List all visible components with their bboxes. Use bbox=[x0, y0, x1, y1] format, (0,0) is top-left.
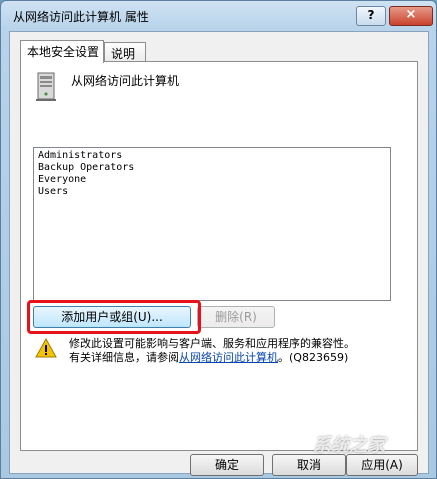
watermark-logo: 系统之家 bbox=[313, 435, 385, 456]
list-item[interactable]: Users bbox=[34, 186, 390, 198]
tab-label: 本地安全设置 bbox=[27, 45, 100, 59]
list-item[interactable]: Administrators bbox=[34, 150, 390, 162]
close-icon: × bbox=[405, 7, 417, 22]
remove-button[interactable]: 删除(R) bbox=[197, 306, 275, 328]
tab-local-security-setting[interactable]: 本地安全设置 bbox=[20, 40, 104, 63]
ok-button[interactable]: 确定 bbox=[190, 454, 264, 476]
warning-icon bbox=[35, 338, 57, 358]
title-bar[interactable]: 从网络访问此计算机 属性 ? × bbox=[1, 1, 436, 31]
policy-name: 从网络访问此计算机 bbox=[71, 74, 180, 88]
warning-prefix: 有关详细信息，请参阅 bbox=[69, 351, 179, 364]
window-title: 从网络访问此计算机 属性 bbox=[13, 10, 149, 24]
tab-panel: 从网络访问此计算机 Administrators Backup Operator… bbox=[20, 61, 418, 451]
policy-help-link[interactable]: 从网络访问此计算机 bbox=[179, 351, 278, 364]
help-icon: ? bbox=[367, 8, 375, 22]
list-item[interactable]: Everyone bbox=[34, 174, 390, 186]
warning-line-1: 修改此设置可能影响与客户端、服务和应用程序的兼容性。 bbox=[69, 337, 355, 350]
warning-text: 修改此设置可能影响与客户端、服务和应用程序的兼容性。 有关详细信息，请参阅从网络… bbox=[69, 337, 409, 365]
warning-suffix: 。(Q823659) bbox=[278, 351, 349, 364]
dialog-client-area: 本地安全设置 说明 从网络访问此计算机 Administrators Backu… bbox=[9, 31, 429, 476]
list-item[interactable]: Backup Operators bbox=[34, 162, 390, 174]
tab-label: 说明 bbox=[111, 47, 136, 61]
computer-tower-icon bbox=[36, 72, 56, 101]
apply-button[interactable]: 应用(A) bbox=[346, 454, 418, 476]
properties-window: 从网络访问此计算机 属性 ? × 本地安全设置 说明 从网络访问此计算机 Adm… bbox=[0, 0, 437, 479]
warning-line-2: 有关详细信息，请参阅从网络访问此计算机。(Q823659) bbox=[69, 351, 409, 365]
accounts-listbox[interactable]: Administrators Backup Operators Everyone… bbox=[33, 147, 391, 301]
help-button[interactable]: ? bbox=[356, 6, 386, 26]
close-button[interactable]: × bbox=[389, 6, 433, 26]
add-user-or-group-button[interactable]: 添加用户或组(U)... bbox=[33, 306, 191, 328]
tab-explain[interactable]: 说明 bbox=[104, 42, 146, 62]
cancel-button[interactable]: 取消 bbox=[272, 454, 346, 476]
